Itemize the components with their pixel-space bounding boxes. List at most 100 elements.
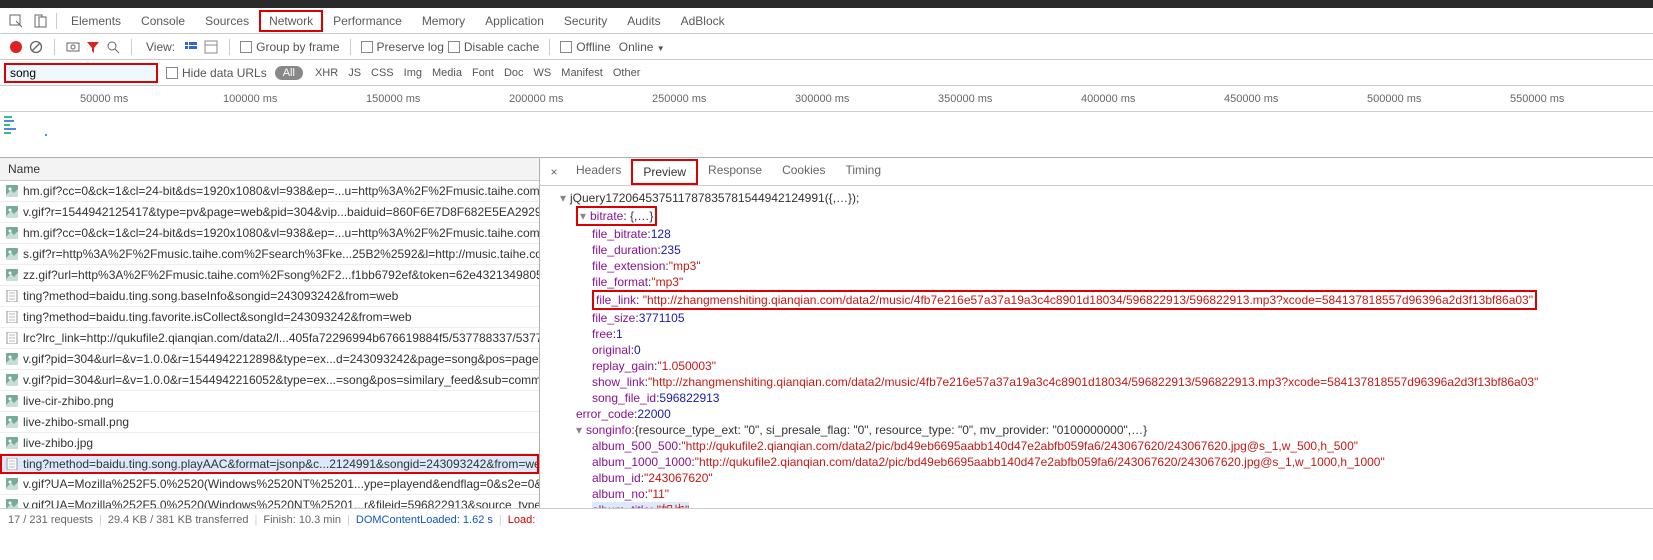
tab-memory[interactable]: Memory — [412, 10, 475, 32]
device-toggle-icon[interactable] — [30, 11, 50, 31]
request-row[interactable]: zz.gif?url=http%3A%2F%2Fmusic.taihe.com%… — [0, 265, 539, 286]
img-file-icon — [6, 416, 18, 428]
doc-file-icon — [6, 458, 18, 470]
search-icon[interactable] — [105, 39, 121, 55]
tab-elements[interactable]: Elements — [61, 10, 131, 32]
request-row[interactable]: ting?method=baidu.ting.song.playAAC&form… — [0, 454, 539, 474]
tab-performance[interactable]: Performance — [323, 10, 412, 32]
throttle-select[interactable]: Online ▼ — [619, 40, 665, 54]
status-bar: 17 / 231 requests | 29.4 KB / 381 KB tra… — [0, 508, 1653, 530]
img-file-icon — [6, 227, 18, 239]
request-row[interactable]: hm.gif?cc=0&ck=1&cl=24-bit&ds=1920x1080&… — [0, 223, 539, 244]
request-name: ting?method=baidu.ting.song.baseInfo&son… — [23, 289, 398, 303]
timeline-ruler[interactable]: 50000 ms100000 ms150000 ms200000 ms25000… — [0, 86, 1653, 112]
timeline-tick: 150000 ms — [366, 93, 420, 105]
tab-console[interactable]: Console — [131, 10, 195, 32]
filter-type-manifest[interactable]: Manifest — [557, 65, 607, 81]
filter-type-xhr[interactable]: XHR — [311, 65, 342, 81]
filter-type-js[interactable]: JS — [344, 65, 365, 81]
detail-tab-timing[interactable]: Timing — [835, 159, 891, 185]
request-name: ting?method=baidu.ting.song.playAAC&form… — [23, 457, 539, 471]
request-row[interactable]: v.gif?pid=304&url=&v=1.0.0&r=15449422128… — [0, 349, 539, 370]
img-file-icon — [6, 437, 18, 449]
request-name: live-zhibo-small.png — [23, 415, 129, 429]
img-file-icon — [6, 248, 18, 260]
request-detail-pane: × HeadersPreviewResponseCookiesTiming ▾j… — [540, 158, 1653, 508]
capture-screenshot-icon[interactable] — [65, 39, 81, 55]
large-rows-icon[interactable] — [183, 39, 199, 55]
name-column-header[interactable]: Name — [0, 158, 539, 181]
img-file-icon — [6, 499, 18, 508]
img-file-icon — [6, 478, 18, 490]
detail-tab-headers[interactable]: Headers — [566, 159, 631, 185]
detail-tab-response[interactable]: Response — [698, 159, 772, 185]
img-file-icon — [6, 353, 18, 365]
tab-adblock[interactable]: AdBlock — [671, 10, 735, 32]
request-row[interactable]: v.gif?pid=304&url=&v=1.0.0&r=15449422160… — [0, 370, 539, 391]
hide-data-urls-checkbox[interactable]: Hide data URLs — [166, 66, 267, 80]
request-name: live-cir-zhibo.png — [23, 394, 114, 408]
filter-type-media[interactable]: Media — [428, 65, 466, 81]
status-requests: 17 / 231 requests — [8, 514, 93, 526]
request-row[interactable]: v.gif?UA=Mozilla%252F5.0%2520(Windows%25… — [0, 474, 539, 495]
request-row[interactable]: ting?method=baidu.ting.song.baseInfo&son… — [0, 286, 539, 307]
timeline-tick: 250000 ms — [652, 93, 706, 105]
disable-cache-checkbox[interactable]: Disable cache — [448, 40, 539, 54]
overview-icon[interactable] — [203, 39, 219, 55]
filter-all-pill[interactable]: All — [275, 66, 303, 80]
request-row[interactable]: v.gif?UA=Mozilla%252F5.0%2520(Windows%25… — [0, 495, 539, 508]
detail-tab-cookies[interactable]: Cookies — [772, 159, 835, 185]
img-file-icon — [6, 374, 18, 386]
request-row[interactable]: lrc?lrc_link=http://qukufile2.qianqian.c… — [0, 328, 539, 349]
request-row[interactable]: live-cir-zhibo.png — [0, 391, 539, 412]
network-toolbar: View: Group by frame Preserve log Disabl… — [0, 34, 1653, 60]
request-name: v.gif?UA=Mozilla%252F5.0%2520(Windows%25… — [23, 477, 539, 491]
tab-security[interactable]: Security — [554, 10, 617, 32]
request-list-pane: Name hm.gif?cc=0&ck=1&cl=24-bit&ds=1920x… — [0, 158, 540, 508]
filter-type-doc[interactable]: Doc — [500, 65, 528, 81]
tab-audits[interactable]: Audits — [617, 10, 670, 32]
request-row[interactable]: live-zhibo.jpg — [0, 433, 539, 454]
request-name: live-zhibo.jpg — [23, 436, 93, 450]
request-row[interactable]: hm.gif?cc=0&ck=1&cl=24-bit&ds=1920x1080&… — [0, 181, 539, 202]
filter-type-ws[interactable]: WS — [530, 65, 556, 81]
tab-sources[interactable]: Sources — [195, 10, 259, 32]
timeline-tick: 300000 ms — [795, 93, 849, 105]
filter-type-font[interactable]: Font — [468, 65, 498, 81]
request-row[interactable]: ting?method=baidu.ting.favorite.isCollec… — [0, 307, 539, 328]
preserve-log-checkbox[interactable]: Preserve log — [361, 40, 444, 54]
clear-button[interactable] — [28, 39, 44, 55]
tab-network[interactable]: Network — [259, 10, 323, 32]
timeline-tick: 500000 ms — [1367, 93, 1421, 105]
doc-file-icon — [6, 290, 18, 302]
request-name: v.gif?pid=304&url=&v=1.0.0&r=15449422160… — [23, 373, 539, 387]
status-load: Load: — [508, 514, 536, 526]
close-icon[interactable]: × — [544, 165, 564, 179]
img-file-icon — [6, 395, 18, 407]
request-row[interactable]: live-zhibo-small.png — [0, 412, 539, 433]
offline-checkbox[interactable]: Offline — [560, 40, 610, 54]
status-finish: Finish: 10.3 min — [263, 514, 341, 526]
group-by-frame-checkbox[interactable]: Group by frame — [240, 40, 339, 54]
detail-tab-preview[interactable]: Preview — [631, 159, 698, 185]
request-name: lrc?lrc_link=http://qukufile2.qianqian.c… — [23, 331, 539, 345]
waterfall-overview[interactable] — [0, 112, 1653, 158]
img-file-icon — [6, 206, 18, 218]
filter-type-other[interactable]: Other — [609, 65, 645, 81]
filter-icon[interactable] — [85, 39, 101, 55]
img-file-icon — [6, 269, 18, 281]
record-button[interactable] — [8, 39, 24, 55]
filter-type-css[interactable]: CSS — [367, 65, 398, 81]
detail-tabs: × HeadersPreviewResponseCookiesTiming — [540, 158, 1653, 186]
request-name: hm.gif?cc=0&ck=1&cl=24-bit&ds=1920x1080&… — [23, 226, 539, 240]
request-row[interactable]: v.gif?r=1544942125417&type=pv&page=web&p… — [0, 202, 539, 223]
request-row[interactable]: s.gif?r=http%3A%2F%2Fmusic.taihe.com%2Fs… — [0, 244, 539, 265]
timeline-tick: 400000 ms — [1081, 93, 1135, 105]
tab-application[interactable]: Application — [475, 10, 554, 32]
preview-body[interactable]: ▾jQuery172064537511787835781544942124991… — [540, 186, 1653, 508]
filter-input[interactable] — [4, 63, 158, 83]
timeline-tick: 350000 ms — [938, 93, 992, 105]
inspect-icon[interactable] — [6, 11, 26, 31]
filter-type-img[interactable]: Img — [400, 65, 426, 81]
timeline-tick: 200000 ms — [509, 93, 563, 105]
